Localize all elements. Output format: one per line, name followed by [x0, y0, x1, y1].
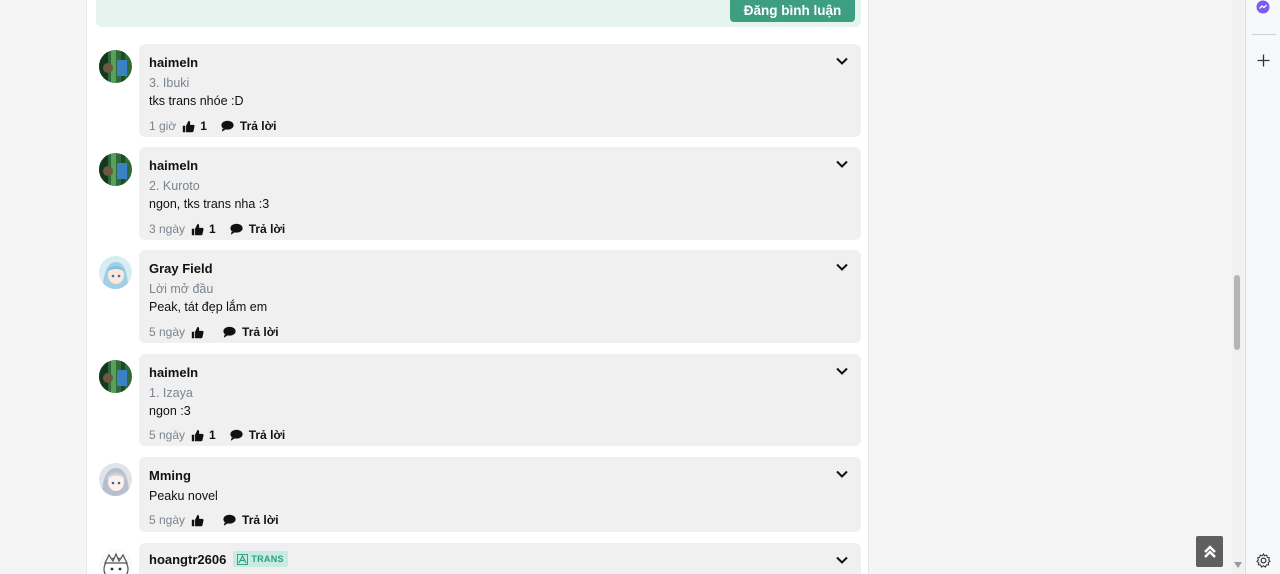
badge-label: TRANS [251, 554, 284, 564]
comment-bubble: haimeln 2. Kuroto ngon, tks trans nha :3… [139, 147, 861, 240]
comment-time: 1 giờ [149, 119, 177, 133]
comment-bubble: Gray Field Lời mở đầu Peak, tát đẹp lắm … [139, 250, 861, 343]
comment-username[interactable]: haimeln [149, 55, 198, 70]
reply-button[interactable]: Trả lời [223, 513, 279, 527]
comment-bubble: hoangtr2606 TRANS [139, 543, 861, 574]
avatar[interactable] [99, 50, 132, 83]
comment-user-row: hoangtr2606 TRANS [149, 551, 288, 567]
avatar[interactable] [99, 463, 132, 496]
chevron-down-icon[interactable] [835, 553, 849, 567]
reply-label: Trả lời [242, 513, 279, 527]
add-icon[interactable] [1257, 54, 1270, 72]
thumbs-up-icon [191, 326, 204, 338]
chevron-down-icon[interactable] [835, 260, 849, 274]
thumbs-up-icon [191, 223, 204, 235]
chevron-down-icon[interactable] [835, 54, 849, 68]
comment-text: Peak, tát đẹp lắm em [149, 300, 268, 314]
scrollbar-thumb[interactable] [1234, 275, 1240, 350]
like-button[interactable]: 1 [191, 222, 216, 236]
settings-gear-icon[interactable] [1256, 552, 1271, 573]
comment-text: Peaku novel [149, 489, 218, 503]
comment-time: 5 ngày [149, 513, 186, 527]
comment-text: ngon, tks trans nha :3 [149, 197, 270, 211]
reply-label: Trả lời [242, 325, 279, 339]
divider [1252, 34, 1276, 35]
comment-meta: 1 giờ 1 Trả lời [149, 119, 276, 133]
comment-username[interactable]: Mming [149, 468, 191, 483]
thumbs-up-icon [191, 514, 204, 526]
like-button[interactable]: 1 [191, 428, 216, 442]
like-button[interactable]: 1 [182, 119, 207, 133]
like-button[interactable] [191, 326, 209, 339]
comment-bubble: haimeln 3. Ibuki tks trans nhóe :D 1 giờ… [139, 44, 861, 137]
like-count: 1 [200, 119, 207, 133]
thumbs-up-icon [191, 429, 204, 441]
avatar[interactable] [99, 256, 132, 289]
reply-button[interactable]: Trả lời [221, 119, 277, 133]
trans-badge: TRANS [233, 551, 288, 567]
thumbs-up-icon [183, 120, 195, 132]
comment-icon [221, 120, 234, 132]
avatar[interactable] [99, 153, 132, 186]
scroll-down-arrow-icon[interactable] [1234, 562, 1242, 568]
messenger-icon[interactable] [1256, 0, 1270, 19]
comment-chapter[interactable]: 3. Ibuki [149, 76, 189, 90]
comment-chapter[interactable]: 2. Kuroto [149, 179, 200, 193]
comment-icon [230, 429, 243, 441]
comment-username[interactable]: haimeln [149, 158, 198, 173]
chevron-down-icon[interactable] [835, 364, 849, 378]
comment-meta: 3 ngày 1 Trả lời [149, 222, 285, 236]
comment-chapter[interactable]: 1. Izaya [149, 386, 193, 400]
comment-text: tks trans nhóe :D [149, 94, 244, 108]
comment-icon [223, 514, 236, 526]
browser-side-panel [1245, 0, 1280, 574]
comment-icon [230, 223, 243, 235]
post-comment-button[interactable]: Đăng bình luận [730, 0, 855, 22]
avatar[interactable] [99, 549, 132, 574]
like-count: 1 [209, 428, 216, 442]
comment-time: 5 ngày [149, 428, 186, 442]
translate-icon [237, 553, 249, 565]
comment-meta: 5 ngày 1 Trả lời [149, 428, 285, 442]
comment-username[interactable]: haimeln [149, 365, 198, 380]
double-chevron-up-icon [1203, 544, 1216, 558]
chevron-down-icon[interactable] [835, 467, 849, 481]
comment-bubble: haimeln 1. Izaya ngon :3 5 ngày 1 Trả lờ… [139, 354, 861, 446]
comment-time: 3 ngày [149, 222, 186, 236]
scroll-to-top-button[interactable] [1196, 536, 1223, 567]
like-count: 1 [209, 222, 216, 236]
avatar[interactable] [99, 360, 132, 393]
comment-meta: 5 ngày Trả lời [149, 513, 279, 527]
reply-button[interactable]: Trả lời [230, 428, 286, 442]
comment-icon [223, 326, 236, 338]
comment-meta: 5 ngày Trả lời [149, 325, 279, 339]
comment-composer: Đăng bình luận [96, 0, 861, 27]
comment-username[interactable]: Gray Field [149, 261, 213, 276]
comment-username[interactable]: hoangtr2606 [149, 552, 226, 567]
comment-bubble: Mming Peaku novel 5 ngày Trả lời [139, 457, 861, 532]
reply-button[interactable]: Trả lời [223, 325, 279, 339]
comment-chapter[interactable]: Lời mở đầu [149, 282, 213, 296]
chevron-down-icon[interactable] [835, 157, 849, 171]
comments-panel: Đăng bình luận haimeln 3. Ibuki tks tran… [86, 0, 869, 574]
page-scrollbar[interactable] [1232, 0, 1244, 574]
comment-time: 5 ngày [149, 325, 186, 339]
reply-label: Trả lời [248, 222, 286, 236]
comment-text: ngon :3 [149, 404, 191, 418]
like-button[interactable] [191, 514, 209, 527]
reply-label: Trả lời [248, 428, 286, 442]
reply-label: Trả lời [239, 119, 277, 133]
reply-button[interactable]: Trả lời [230, 222, 286, 236]
